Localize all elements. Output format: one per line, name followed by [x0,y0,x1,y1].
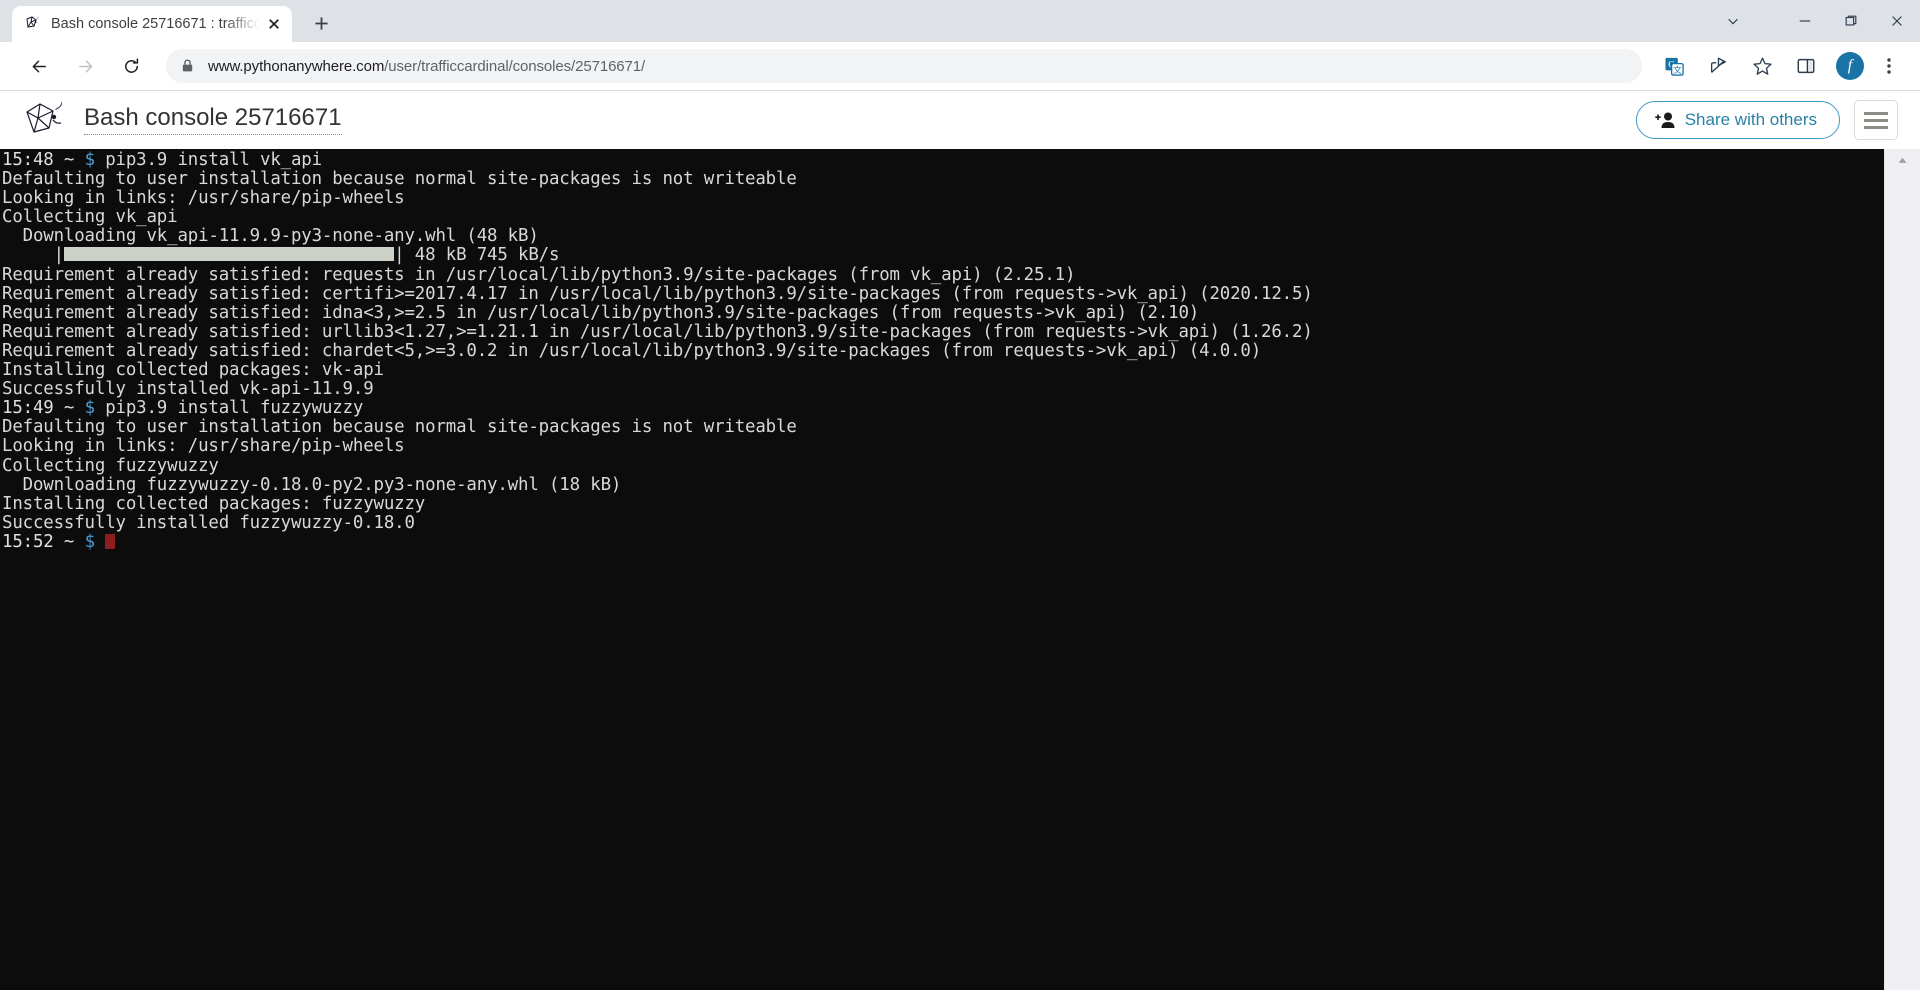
close-icon[interactable] [264,14,284,34]
share-icon[interactable] [1703,51,1733,81]
console-scrollbar[interactable] [1884,149,1920,990]
terminal-output-line: Installing collected packages: vk-api [2,360,384,381]
prompt-cwd: ~ [63,531,85,552]
terminal-progress-line: |████████████████████████████████| 48 kB… [2,246,1884,265]
terminal-output-line: Requirement already satisfied: idna<3,>=… [2,302,1200,323]
address-bar[interactable]: www.pythonanywhere.com/user/trafficcardi… [166,49,1642,83]
scrollbar-track[interactable] [1885,171,1920,990]
hamburger-menu-icon[interactable] [1854,100,1898,140]
lock-icon[interactable] [180,58,196,74]
terminal-output-line: Installing collected packages: fuzzywuzz… [2,493,426,514]
minimize-icon[interactable] [1782,0,1828,42]
terminal-prompt-line: 15:49 ~ $ pip3.9 install fuzzywuzzy [2,399,1884,418]
terminal-command: pip3.9 install vk_api [94,150,322,170]
url-domain: www.pythonanywhere.com [208,57,385,75]
browser-toolbar: www.pythonanywhere.com/user/trafficcardi… [0,42,1920,90]
pythonanywhere-favicon-icon [24,15,42,33]
browser-menu-icon[interactable] [1876,51,1902,81]
profile-avatar[interactable]: f [1836,52,1864,80]
close-window-icon[interactable] [1874,0,1920,42]
prompt-time: 15:48 [2,150,64,170]
prompt-sigil: $ [84,150,95,170]
reload-icon[interactable] [114,49,148,83]
terminal-output-line: Downloading vk_api-11.9.9-py3-none-any.w… [2,226,539,247]
forward-icon[interactable] [68,49,102,83]
terminal-output-line: Successfully installed fuzzywuzzy-0.18.0 [2,512,415,533]
terminal-output-line: Successfully installed vk-api-11.9.9 [2,379,374,400]
prompt-sigil: $ [84,531,95,552]
terminal-prompt-line: 15:52 ~ $ [2,531,1884,552]
terminal-output-line: Defaulting to user installation because … [2,169,797,190]
add-person-icon [1655,111,1676,129]
browser-tab[interactable]: Bash console 25716671 : trafficca [12,6,292,42]
new-tab-button[interactable] [306,8,336,38]
terminal-command: pip3.9 install fuzzywuzzy [94,398,364,419]
hamburger-bar [1864,118,1888,122]
maximize-icon[interactable] [1828,0,1874,42]
side-panel-icon[interactable] [1791,51,1821,81]
terminal-region: 15:48 ~ $ pip3.9 install vk_api Defaultin… [0,149,1920,990]
bash-console-output[interactable]: 15:48 ~ $ pip3.9 install vk_api Defaultin… [0,149,1884,990]
share-button-label: Share with others [1684,110,1817,129]
prompt-cwd: ~ [63,398,85,419]
tab-title: Bash console 25716671 : trafficca [51,16,262,32]
prompt-time: 15:52 [2,531,64,552]
terminal-prompt-line: 15:48 ~ $ pip3.9 install vk_api [2,150,1884,170]
scroll-up-icon[interactable] [1885,149,1920,171]
prompt-sigil: $ [84,398,95,419]
pythonanywhere-logo[interactable] [22,99,72,141]
terminal-cursor [105,533,116,549]
bookmark-star-icon[interactable] [1747,51,1777,81]
tab-strip: Bash console 25716671 : trafficca [0,0,1920,42]
terminal-output-line: Looking in links: /usr/share/pip-wheels [2,188,405,209]
prompt-cwd: ~ [63,150,85,170]
terminal-output-line: Defaulting to user installation because … [2,417,797,438]
page-content: Bash console 25716671 Share with others [0,90,1920,990]
terminal-output-line: Collecting fuzzywuzzy [2,455,219,476]
terminal-output-line: Requirement already satisfied: urllib3<1… [2,321,1313,342]
terminal-output-line: Downloading fuzzywuzzy-0.18.0-py2.py3-no… [2,474,622,495]
terminal-output-line: Requirement already satisfied: certifi>=… [2,283,1313,304]
terminal-output-line: Requirement already satisfied: requests … [2,264,1076,285]
share-with-others-button[interactable]: Share with others [1635,101,1840,139]
window-controls [1714,0,1920,42]
terminal-output-line: Collecting vk_api [2,207,178,228]
prompt-time: 15:49 [2,398,64,419]
svg-text:文: 文 [1673,64,1682,75]
pythonanywhere-header: Bash console 25716671 Share with others [0,90,1920,149]
terminal-output-line: Requirement already satisfied: chardet<5… [2,340,1262,361]
header-actions: Share with others [1635,100,1898,140]
progress-bar-fill: ████████████████████████████████ [63,247,395,262]
hamburger-bar [1864,111,1888,115]
progress-prefix: | [2,245,64,266]
back-icon[interactable] [22,49,56,83]
chevron-down-icon[interactable] [1714,0,1752,42]
terminal-output-line: Looking in links: /usr/share/pip-wheels [2,436,405,457]
progress-suffix: | 48 kB 745 kB/s [394,245,560,266]
browser-window: Bash console 25716671 : trafficca www.py… [0,0,1920,990]
url-path: /user/trafficcardinal/consoles/25716671/ [384,57,646,75]
hamburger-bar [1864,125,1888,129]
translate-icon[interactable]: G 文 [1659,51,1689,81]
url-text: www.pythonanywhere.com/user/trafficcardi… [208,58,645,75]
page-title: Bash console 25716671 [84,104,342,135]
